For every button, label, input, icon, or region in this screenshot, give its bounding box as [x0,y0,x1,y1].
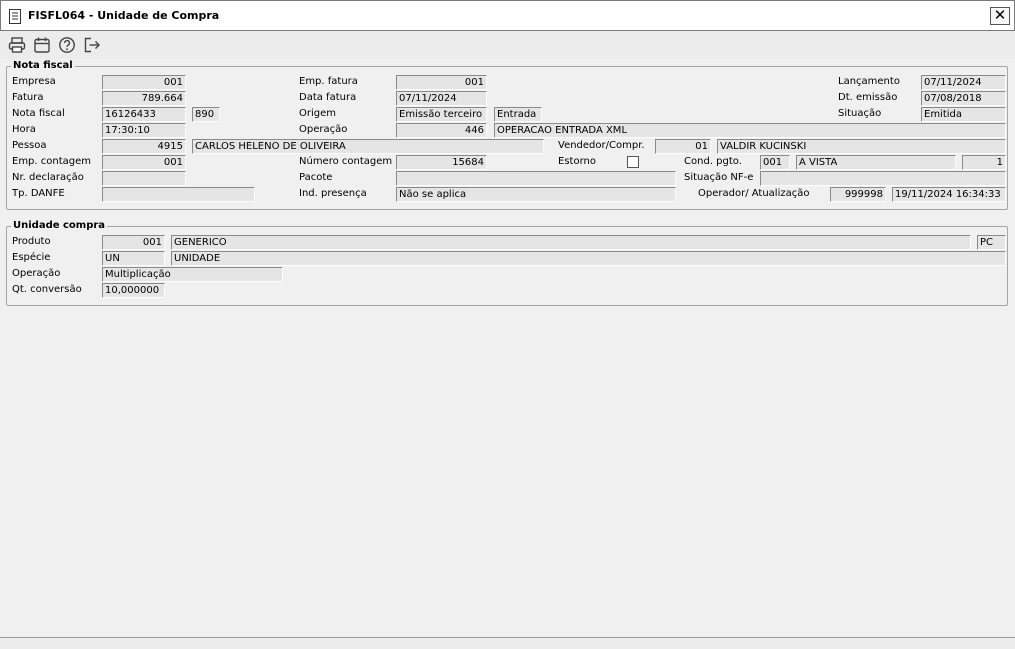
unidade-operacao-label: Operação [12,268,61,279]
pessoa-name-field[interactable]: CARLOS HELENO DE OLIVEIRA [192,139,544,154]
numero-contagem-field[interactable]: 15684 [396,155,487,170]
exit-button[interactable] [83,36,103,56]
toolbar [0,31,1015,59]
origem-label: Origem [299,108,337,119]
cond-pgto-parcelas-field[interactable]: 1 [962,155,1006,170]
dt-emissao-label: Dt. emissão [838,92,898,103]
close-icon: ✕ [993,6,1007,24]
close-button[interactable]: ✕ [990,7,1010,25]
especie-label: Espécie [12,252,51,263]
vendedor-code-field[interactable]: 01 [655,139,711,154]
qt-conversao-label: Qt. conversão [12,284,82,295]
nota-fiscal-legend: Nota fiscal [11,60,75,71]
emp-contagem-field[interactable]: 001 [102,155,186,170]
operador-label: Operador/ Atualização [698,188,810,199]
qt-conversao-field[interactable]: 10,000000 [102,283,165,298]
nr-declaracao-label: Nr. declaração [12,172,84,183]
printer-icon [8,37,26,53]
operador-code-field[interactable]: 999998 [830,187,886,202]
emp-fatura-field[interactable]: 001 [396,75,487,90]
especie-code-field[interactable]: UN [102,251,165,266]
status-bar [0,637,1015,649]
hora-field[interactable]: 17:30:10 [102,123,186,138]
unidade-compra-legend: Unidade compra [11,220,108,231]
emp-contagem-label: Emp. contagem [12,156,92,167]
nota-serie-field[interactable]: 890 [192,107,220,122]
calendar-icon [34,37,50,53]
calendar-button[interactable] [33,36,53,56]
help-button[interactable] [58,36,78,56]
situacao-label: Situação [838,108,882,119]
exit-icon [84,37,100,53]
especie-name-field[interactable]: UNIDADE [171,251,1006,266]
fatura-field[interactable]: 789.664 [102,91,186,106]
operacao-code-field[interactable]: 446 [396,123,487,138]
fatura-label: Fatura [12,92,44,103]
origem-tipo-field[interactable]: Entrada [494,107,542,122]
situacao-nfe-field[interactable] [760,171,1006,186]
operador-data-field[interactable]: 19/11/2024 16:34:33 [892,187,1006,202]
situacao-nfe-label: Situação NF-e [684,172,754,183]
print-button[interactable] [8,36,28,56]
estorno-label: Estorno [558,156,596,167]
ind-presenca-label: Ind. presença [299,188,367,199]
cond-pgto-desc-field[interactable]: A VISTA [796,155,956,170]
operacao-label: Operação [299,124,348,135]
situacao-field[interactable]: Emitida [921,107,1006,122]
data-fatura-field[interactable]: 07/11/2024 [396,91,487,106]
operacao-desc-field[interactable]: OPERACAO ENTRADA XML [494,123,1006,138]
title-bar: FISFL064 - Unidade de Compra ✕ [0,0,1015,31]
pacote-field[interactable] [396,171,676,186]
produto-code-field[interactable]: 001 [102,235,165,250]
vendedor-label: Vendedor/Compr. [558,140,645,151]
dt-emissao-field[interactable]: 07/08/2018 [921,91,1006,106]
lancamento-label: Lançamento [838,76,900,87]
help-icon [59,37,75,53]
pessoa-label: Pessoa [12,140,47,151]
hora-label: Hora [12,124,36,135]
origem-field[interactable]: Emissão terceiro [396,107,487,122]
data-fatura-label: Data fatura [299,92,357,103]
nr-declaracao-field[interactable] [102,171,186,186]
estorno-checkbox[interactable] [627,156,639,168]
ind-presenca-field[interactable]: Não se aplica [396,187,676,202]
lancamento-field[interactable]: 07/11/2024 [921,75,1006,90]
emp-fatura-label: Emp. fatura [299,76,358,87]
produto-unidade-field[interactable]: PC [977,235,1006,250]
produto-name-field[interactable]: GENERICO [171,235,971,250]
tp-danfe-label: Tp. DANFE [12,188,65,199]
window-title: FISFL064 - Unidade de Compra [28,9,220,22]
document-icon [9,9,22,24]
cond-pgto-label: Cond. pgto. [684,156,742,167]
vendedor-name-field[interactable]: VALDIR KUCINSKI [717,139,1006,154]
numero-contagem-label: Número contagem [299,156,393,167]
pacote-label: Pacote [299,172,333,183]
empresa-field[interactable]: 001 [102,75,186,90]
nota-fiscal-label: Nota fiscal [12,108,65,119]
pessoa-code-field[interactable]: 4915 [102,139,186,154]
empresa-label: Empresa [12,76,56,87]
tp-danfe-field[interactable] [102,187,255,202]
nota-fiscal-field[interactable]: 16126433 [102,107,186,122]
unidade-operacao-field[interactable]: Multiplicação [102,267,283,282]
cond-pgto-code-field[interactable]: 001 [760,155,790,170]
produto-label: Produto [12,236,51,247]
